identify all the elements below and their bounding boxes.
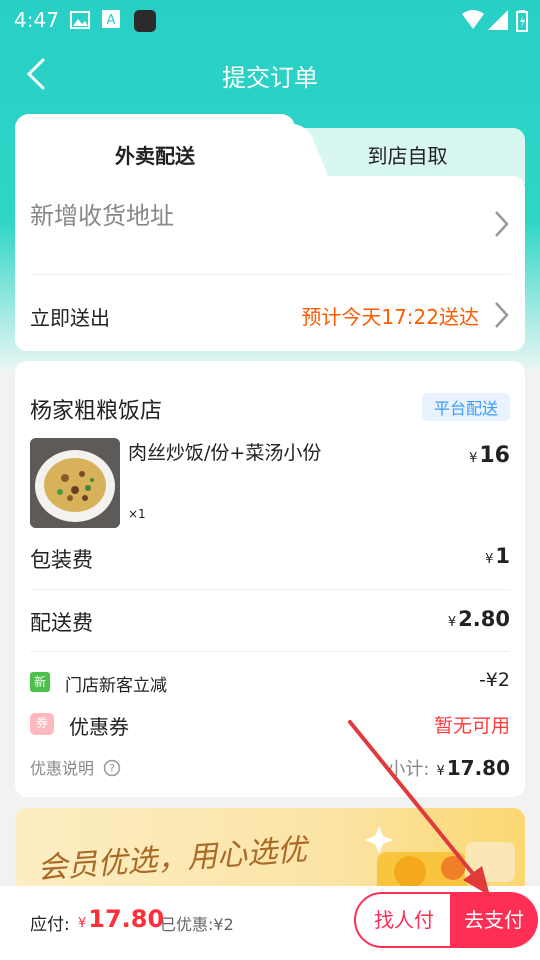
chevron-right-icon[interactable] <box>491 300 511 330</box>
battery-icon <box>516 10 528 32</box>
coupon-icon: 券 <box>30 713 54 735</box>
help-icon[interactable]: ? <box>103 759 121 777</box>
currency-symbol: ¥ <box>447 615 457 630</box>
navigation-bar: 提交订单 <box>0 44 540 104</box>
pay-amount-value: 17.80 <box>88 905 165 933</box>
delivery-fee-value: ¥2.80 <box>448 607 510 631</box>
food-name: 肉丝炒饭/份+菜汤小份 <box>128 442 322 464</box>
app-square-icon <box>134 10 156 32</box>
currency-symbol: ¥ <box>469 451 478 466</box>
coupon-status[interactable]: 暂无可用 <box>434 711 510 738</box>
status-bar: 4:47 A <box>0 0 540 40</box>
coupon-label: 优惠券 <box>69 715 129 739</box>
currency-symbol: ¥ <box>78 916 87 931</box>
tab-delivery[interactable]: 外卖配送 <box>15 114 295 184</box>
food-price: ¥16 <box>469 443 510 468</box>
food-image <box>30 438 120 528</box>
new-customer-badge-icon: 新 <box>30 672 50 692</box>
new-customer-discount-value: -¥2 <box>478 669 510 691</box>
delivery-mode-tabs: 到店自取 外卖配送 <box>15 114 525 184</box>
packaging-fee-value: ¥1 <box>485 544 510 568</box>
divider <box>30 274 510 275</box>
divider <box>30 651 510 652</box>
wifi-icon <box>462 10 484 29</box>
packaging-fee-amount: 1 <box>495 544 510 568</box>
bottom-bar: 应付: ¥17.80 已优惠:¥2 找人付 去支付 <box>0 886 540 960</box>
food-price-value: 16 <box>479 443 510 468</box>
new-customer-discount-label: 门店新客立减 <box>65 676 167 696</box>
subtotal-label: 小计: <box>387 759 430 780</box>
pay-label: 应付: <box>30 915 70 935</box>
currency-symbol: ¥ <box>436 764 445 779</box>
food-quantity: ×1 <box>128 507 146 521</box>
delivery-fee-amount: 2.80 <box>458 607 510 631</box>
app-a-icon: A <box>102 10 120 28</box>
subtotal: 小计: ¥17.80 <box>387 755 510 781</box>
gallery-icon <box>70 11 90 29</box>
divider <box>30 589 510 590</box>
delivery-eta[interactable]: 预计今天17:22送达 <box>301 301 479 330</box>
status-time: 4:47 <box>14 8 59 32</box>
order-card: 杨家粗粮饭店 平台配送 肉丝炒饭/份+菜汤小份 ×1 ¥16 包装费 ¥1 配送… <box>15 361 525 797</box>
add-address-link[interactable]: 新增收货地址 <box>30 196 174 231</box>
signal-icon <box>488 10 508 30</box>
gift-decoration-icon <box>365 826 515 896</box>
platform-delivery-badge: 平台配送 <box>421 393 510 421</box>
banner-slogan: 会员优选，用心选优 <box>36 832 309 887</box>
store-name: 杨家粗粮饭店 <box>30 399 163 424</box>
delivery-fee-label: 配送费 <box>30 611 93 635</box>
currency-symbol: ¥ <box>485 552 494 567</box>
ask-friend-pay-button[interactable]: 找人付 <box>354 892 454 948</box>
pay-amount: ¥17.80 <box>78 905 164 933</box>
svg-text:A: A <box>107 13 116 28</box>
chevron-right-icon[interactable] <box>491 209 511 239</box>
page-title: 提交订单 <box>222 64 318 92</box>
pay-button[interactable]: 去支付 <box>450 892 538 948</box>
discount-note[interactable]: 优惠说明 ? <box>30 755 121 779</box>
svg-text:?: ? <box>109 762 115 775</box>
address-card: 新增收货地址 立即送出 预计今天17:22送达 <box>15 176 525 351</box>
delivery-time-label: 立即送出 <box>30 306 110 330</box>
subtotal-value: 17.80 <box>446 756 510 780</box>
packaging-fee-label: 包装费 <box>30 548 93 572</box>
discount-amount: 已优惠:¥2 <box>160 915 234 934</box>
discount-note-label: 优惠说明 <box>30 759 95 778</box>
